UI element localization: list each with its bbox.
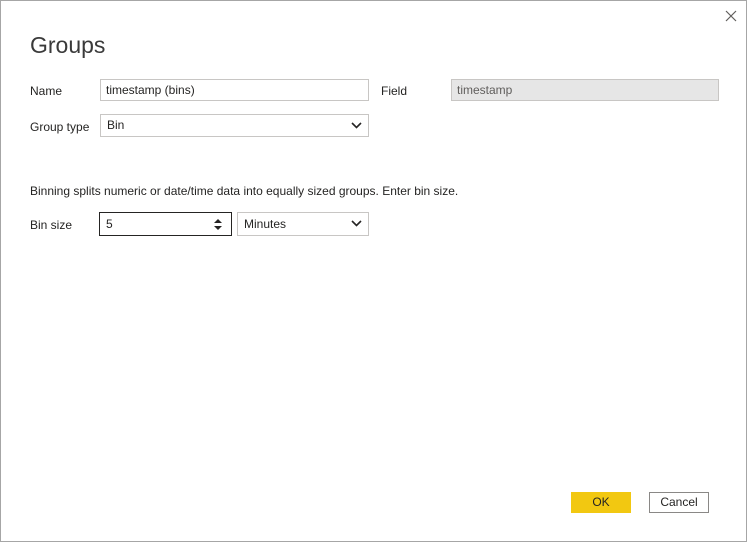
close-button[interactable] (719, 5, 743, 27)
group-type-value: Bin (107, 118, 125, 132)
name-input[interactable] (100, 79, 369, 101)
chevron-down-icon (351, 122, 362, 129)
spin-arrows-icon[interactable] (214, 218, 222, 231)
dialog-title: Groups (30, 32, 106, 58)
binning-description: Binning splits numeric or date/time data… (30, 184, 459, 198)
field-input (451, 79, 719, 101)
groups-dialog: Groups Name Field Group type Bin Binning… (0, 0, 747, 542)
bin-size-value: 5 (106, 217, 113, 231)
group-type-select[interactable]: Bin (100, 114, 369, 137)
bin-size-stepper[interactable]: 5 (99, 212, 232, 236)
bin-unit-select[interactable]: Minutes (237, 212, 369, 236)
bin-size-label: Bin size (30, 218, 73, 232)
close-icon (725, 10, 737, 22)
name-label: Name (30, 84, 63, 98)
cancel-button[interactable]: Cancel (649, 492, 709, 513)
field-label: Field (381, 84, 408, 98)
chevron-down-icon (351, 220, 362, 227)
bin-unit-value: Minutes (244, 217, 287, 231)
group-type-label: Group type (30, 120, 90, 134)
ok-button[interactable]: OK (571, 492, 631, 513)
